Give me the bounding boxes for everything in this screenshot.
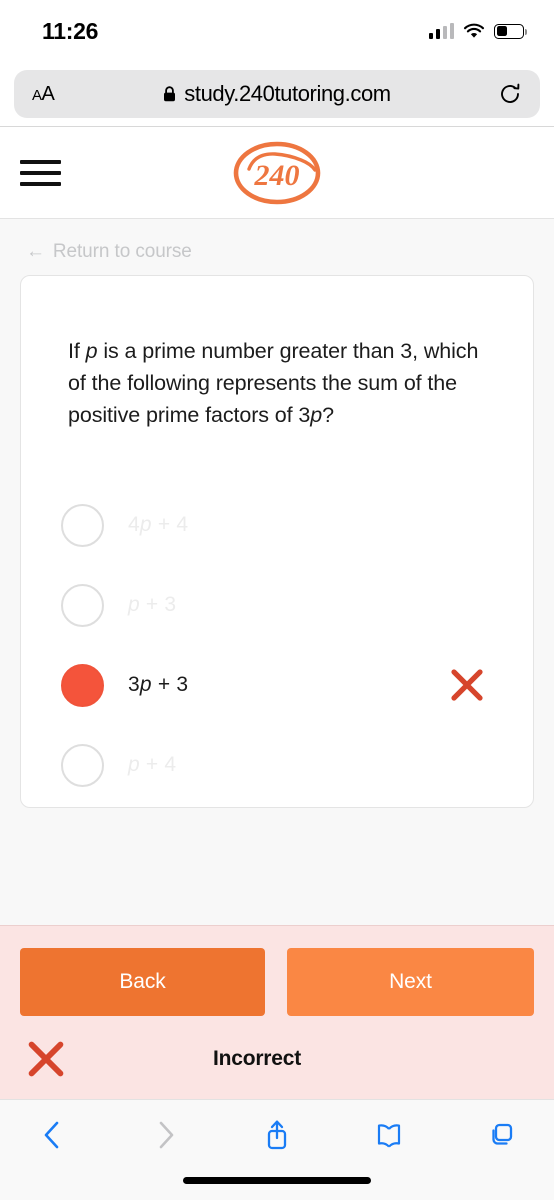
wifi-icon	[463, 23, 485, 38]
question-var-p-1: p	[85, 339, 98, 363]
status-bar-indicators	[428, 23, 528, 39]
back-arrow-icon: ←	[26, 241, 45, 262]
return-to-course-link[interactable]: ← Return to course	[20, 219, 534, 275]
browser-bottom-toolbar	[0, 1100, 554, 1200]
radio-button-2[interactable]	[61, 583, 104, 627]
result-status-text: Incorrect	[212, 1047, 302, 1070]
question-seg-2: is a prime number greater than 3,	[97, 339, 418, 363]
answer-option-1-label: 4p + 4	[128, 513, 189, 537]
feedback-result-row: Incorrect	[20, 1030, 534, 1088]
battery-icon	[494, 23, 528, 39]
radio-button-1[interactable]	[61, 503, 104, 547]
lock-icon	[164, 86, 176, 102]
url-text: study.240tutoring.com	[184, 81, 391, 106]
brand-logo-240[interactable]: 240	[229, 140, 325, 206]
hamburger-menu-icon[interactable]	[20, 159, 61, 186]
question-card: If p is a prime number greater than 3, w…	[20, 275, 534, 808]
feedback-bar: Back Next Incorrect	[0, 925, 554, 1100]
return-to-course-label: Return to course	[52, 241, 192, 262]
back-button[interactable]: Back	[20, 948, 265, 1016]
book-icon[interactable]	[374, 1118, 404, 1152]
answer-option-2[interactable]: p + 3	[61, 565, 493, 645]
chevron-right-icon	[159, 1121, 174, 1149]
phone-screen: 11:26 AA study.240tutoring.com 240 ← Ret…	[0, 0, 554, 1200]
answer-options-list: 4p + 4 p + 3 3p + 3 p + 4	[61, 485, 493, 805]
answer-option-1[interactable]: 4p + 4	[61, 485, 493, 565]
site-header: 240	[0, 127, 554, 219]
chevron-left-icon[interactable]	[38, 1118, 68, 1152]
next-button[interactable]: Next	[287, 948, 534, 1016]
question-text: If p is a prime number greater than 3, w…	[61, 336, 493, 431]
radio-button-3[interactable]	[61, 663, 104, 707]
question-var-p-2: p	[310, 402, 323, 427]
cellular-signal-icon	[428, 23, 454, 39]
x-mark-icon	[451, 669, 483, 702]
answer-option-2-label: p + 3	[128, 593, 177, 617]
answer-option-4-label: p + 4	[128, 753, 177, 777]
address-bar[interactable]: AA study.240tutoring.com	[14, 70, 540, 118]
question-seg-1: If	[68, 339, 86, 363]
logo-text: 240	[254, 159, 300, 192]
browser-address-bar-container: AA study.240tutoring.com	[0, 62, 554, 127]
answer-option-3-label: 3p + 3	[128, 673, 189, 697]
navigation-buttons: Back Next	[20, 948, 534, 1016]
text-size-button[interactable]: AA	[32, 84, 55, 104]
page-content: ← Return to course If p is a prime numbe…	[0, 219, 554, 925]
answer-option-4[interactable]: p + 4	[61, 725, 493, 805]
url-display: study.240tutoring.com	[14, 81, 540, 107]
radio-button-4[interactable]	[61, 743, 104, 787]
share-icon[interactable]	[262, 1118, 292, 1152]
status-bar: 11:26	[0, 0, 554, 62]
status-bar-clock: 11:26	[42, 17, 99, 44]
answer-option-3[interactable]: 3p + 3	[61, 645, 493, 725]
question-seg-5: ?	[322, 402, 334, 427]
tabs-icon[interactable]	[486, 1118, 516, 1152]
home-indicator	[183, 1177, 371, 1184]
reload-icon[interactable]	[498, 82, 522, 106]
